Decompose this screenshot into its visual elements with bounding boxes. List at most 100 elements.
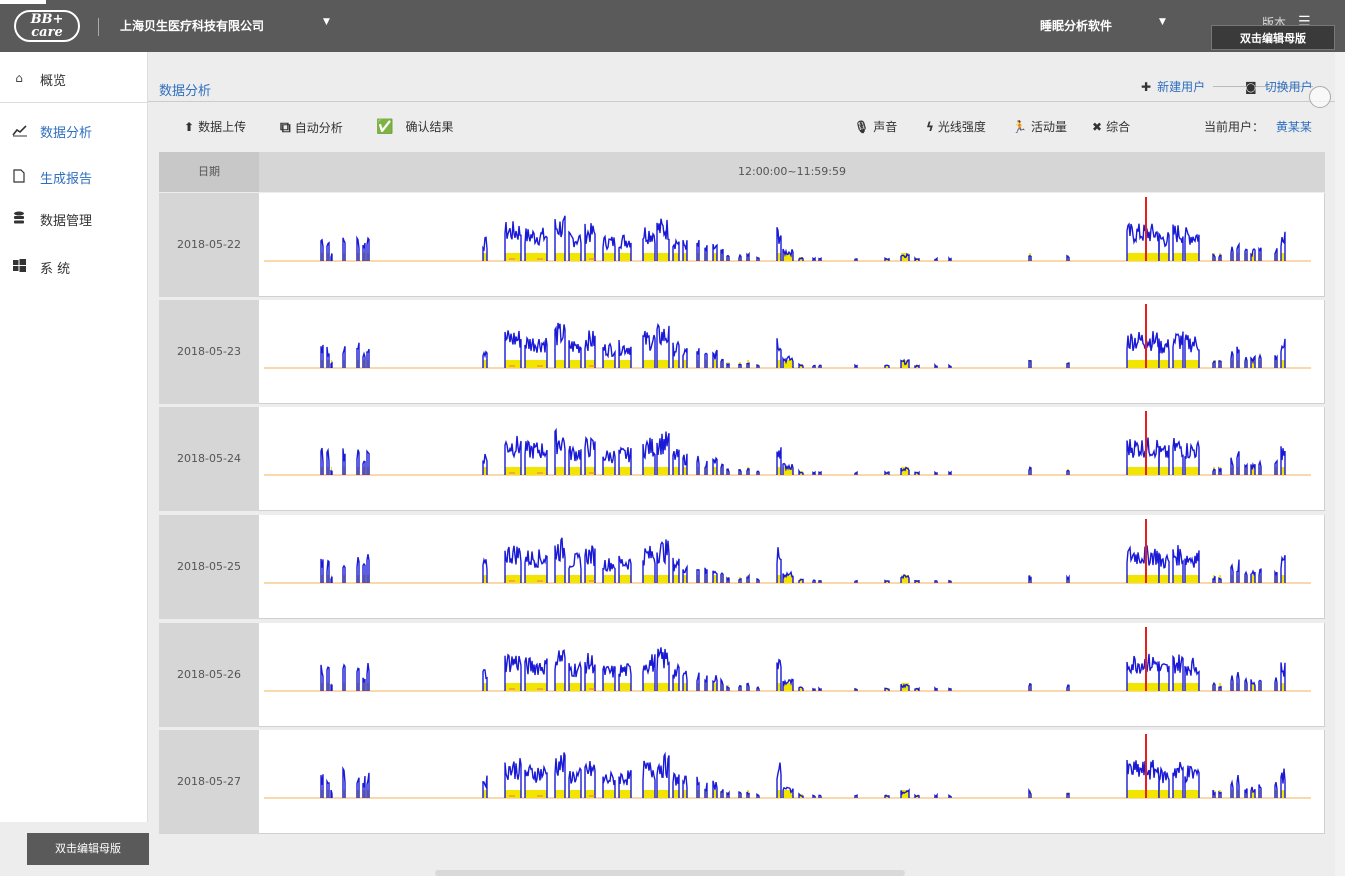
- light-segment: [1127, 683, 1159, 691]
- light-segment: [619, 253, 631, 261]
- light-segment: [657, 360, 669, 368]
- sidebar-item-system[interactable]: 系 统: [0, 255, 148, 281]
- light-segment: [603, 360, 615, 368]
- light-segment: [555, 253, 565, 261]
- row-date: 2018-05-24: [159, 407, 259, 511]
- company-selector[interactable]: 上海贝生医疗科技有限公司: [120, 17, 264, 34]
- light-segment: [603, 790, 615, 798]
- upload-button[interactable]: ⬆ 数据上传: [184, 118, 246, 135]
- document-icon: [12, 169, 26, 183]
- sleep-activity-plot[interactable]: [259, 623, 1325, 727]
- page-gutter: [1335, 52, 1345, 876]
- sidebar-item-label: 数据管理: [40, 214, 93, 229]
- upload-icon: ⬆: [184, 120, 195, 134]
- light-segment: [1185, 575, 1199, 583]
- light-segment: [585, 683, 595, 691]
- light-segment: [585, 467, 595, 475]
- home-icon: ⌂: [15, 71, 23, 85]
- light-segment: [619, 683, 631, 691]
- light-segment: [585, 253, 595, 261]
- sleep-activity-plot[interactable]: [259, 193, 1325, 297]
- logo[interactable]: BB+ care: [0, 0, 100, 52]
- sleep-activity-svg: [264, 411, 1311, 476]
- light-segment: [1127, 253, 1159, 261]
- activity-trace: [330, 253, 333, 261]
- light-segment: [555, 360, 565, 368]
- light-segment: [643, 575, 655, 583]
- edit-master-button[interactable]: 双击编辑母版: [1211, 25, 1335, 50]
- light-filter-button[interactable]: ϟ 光线强度: [926, 118, 986, 135]
- table-row[interactable]: 2018-05-25: [159, 515, 1325, 619]
- upload-label: 数据上传: [198, 120, 247, 134]
- sleep-activity-plot[interactable]: [259, 300, 1325, 404]
- plus-icon: ✚: [1141, 80, 1152, 94]
- light-segment: [505, 683, 521, 691]
- light-segment: [1127, 360, 1159, 368]
- new-user-label: 新建用户: [1157, 80, 1206, 94]
- sidebar-item-data-analysis[interactable]: 数据分析: [0, 119, 148, 145]
- external-link-icon: ⧉: [280, 118, 291, 136]
- sleep-activity-plot[interactable]: [259, 730, 1325, 834]
- sleep-activity-plot[interactable]: [259, 515, 1325, 619]
- light-segment: [1127, 575, 1159, 583]
- light-segment: [1159, 683, 1169, 691]
- light-segment: [569, 683, 581, 691]
- confirm-results-button[interactable]: ✅ 确认结果: [376, 118, 453, 135]
- light-segment: [673, 790, 679, 798]
- light-segment: [1173, 575, 1183, 583]
- table-row[interactable]: 2018-05-27: [159, 730, 1325, 834]
- light-segment: [603, 683, 615, 691]
- combined-label: 综合: [1106, 120, 1131, 134]
- light-segment: [1173, 360, 1183, 368]
- light-segment: [1159, 467, 1169, 475]
- light-segment: [783, 360, 793, 368]
- horizontal-scrollbar[interactable]: [435, 870, 905, 876]
- sidebar-item-generate-report[interactable]: 生成报告: [0, 165, 148, 191]
- light-segment: [555, 575, 565, 583]
- activity-trace: [330, 684, 333, 691]
- page-title: 数据分析: [159, 84, 212, 99]
- sidebar-item-data-management[interactable]: 数据管理: [0, 207, 148, 233]
- row-date: 2018-05-23: [159, 300, 259, 404]
- light-segment: [525, 790, 547, 798]
- light-segment: [585, 790, 595, 798]
- table-row[interactable]: 2018-05-26: [159, 623, 1325, 727]
- sidebar-item-overview[interactable]: ⌂ 概览: [0, 67, 148, 93]
- light-segment: [643, 467, 655, 475]
- edit-master-button[interactable]: 双击编辑母版: [27, 833, 149, 865]
- chevron-down-icon[interactable]: ▼: [1159, 17, 1166, 27]
- light-segment: [569, 360, 581, 368]
- sidebar-item-label: 数据分析: [40, 126, 93, 141]
- light-segment: [603, 467, 615, 475]
- chevron-down-icon[interactable]: ▼: [323, 17, 330, 27]
- confirm-label: 确认结果: [405, 120, 454, 134]
- clipboard-check-icon: ✅: [376, 119, 394, 135]
- sound-filter-button[interactable]: 🎙 声音: [854, 118, 897, 135]
- light-segment: [673, 360, 679, 368]
- sidebar-divider: [0, 102, 148, 103]
- light-segment: [1173, 683, 1183, 691]
- light-segment: [1159, 253, 1169, 261]
- new-user-button[interactable]: ✚ 新建用户: [1141, 78, 1205, 95]
- light-segment: [569, 467, 581, 475]
- table-row[interactable]: 2018-05-24: [159, 407, 1325, 511]
- auto-analysis-label: 自动分析: [294, 121, 343, 135]
- toolbar: ⬆ 数据上传 ⧉ 自动分析 ✅ 确认结果 🎙 声音 ϟ 光线强度 🏃 活动量 ✖ 综合 当前用…: [148, 104, 1345, 150]
- light-segment: [505, 253, 521, 261]
- sound-label: 声音: [873, 120, 898, 134]
- light-segment: [619, 360, 631, 368]
- light-segment: [555, 683, 565, 691]
- sleep-activity-plot[interactable]: [259, 407, 1325, 511]
- switch-user-button[interactable]: ◙ 切换用户: [1245, 78, 1313, 95]
- sidebar-item-label: 生成报告: [40, 172, 93, 187]
- light-segment: [1185, 790, 1199, 798]
- light-segment: [657, 790, 669, 798]
- combined-filter-button[interactable]: ✖ 综合: [1092, 118, 1130, 135]
- table-row[interactable]: 2018-05-23: [159, 300, 1325, 404]
- light-segment: [525, 683, 547, 691]
- auto-analysis-button[interactable]: ⧉ 自动分析: [280, 118, 343, 136]
- software-selector[interactable]: 睡眠分析软件: [1040, 17, 1112, 34]
- row-date: 2018-05-27: [159, 730, 259, 834]
- table-row[interactable]: 2018-05-22: [159, 193, 1325, 297]
- activity-filter-button[interactable]: 🏃 活动量: [1012, 118, 1067, 135]
